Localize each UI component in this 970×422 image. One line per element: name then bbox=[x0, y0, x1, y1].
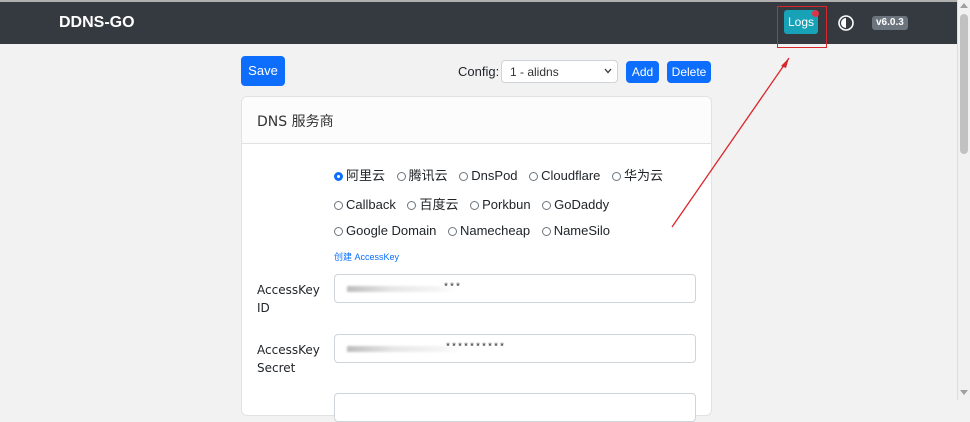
provider-radio-row-1: 阿里云 腾讯云 DnsPod Cloudflare 华为云 bbox=[334, 165, 671, 184]
provider-radio-cloudflare[interactable]: Cloudflare bbox=[529, 168, 600, 183]
radio-indicator-icon bbox=[542, 201, 552, 210]
access-key-id-input[interactable]: *** bbox=[334, 274, 696, 303]
provider-radio-tencent[interactable]: 腾讯云 bbox=[396, 165, 448, 184]
access-key-id-label: AccessKey ID bbox=[257, 283, 320, 315]
radio-indicator-icon bbox=[459, 172, 469, 181]
radio-indicator-icon bbox=[541, 227, 551, 236]
provider-radio-namecheap[interactable]: Namecheap bbox=[447, 223, 530, 238]
radio-indicator-icon bbox=[612, 172, 622, 181]
access-key-id-value: *** bbox=[443, 283, 462, 294]
radio-indicator-icon bbox=[396, 172, 406, 181]
config-select[interactable]: 1 - alidns bbox=[501, 60, 618, 83]
page-scrollbar[interactable] bbox=[957, 0, 970, 400]
theme-toggle-icon[interactable] bbox=[838, 15, 854, 31]
provider-radio-huawei[interactable]: 华为云 bbox=[612, 165, 663, 184]
access-key-secret-label: AccessKey Secret bbox=[257, 343, 320, 375]
version-badge: v6.0.3 bbox=[872, 16, 908, 30]
card-title: DNS 服务商 bbox=[257, 114, 334, 130]
radio-indicator-icon bbox=[334, 201, 343, 210]
add-config-button[interactable]: Add bbox=[626, 61, 659, 83]
provider-radio-row-3: Google Domain Namecheap NameSilo bbox=[334, 223, 618, 238]
access-key-secret-input[interactable]: ********** bbox=[334, 334, 696, 363]
save-button[interactable]: Save bbox=[241, 56, 285, 86]
radio-indicator-icon bbox=[334, 172, 343, 181]
card-header: DNS 服务商 bbox=[242, 97, 711, 144]
provider-radio-namesilo[interactable]: NameSilo bbox=[541, 223, 610, 238]
annotation-highlight-box bbox=[777, 6, 827, 48]
provider-radio-google-domain[interactable]: Google Domain bbox=[334, 223, 436, 238]
provider-radio-godaddy[interactable]: GoDaddy bbox=[542, 197, 609, 212]
scroll-down-arrow-icon[interactable] bbox=[960, 390, 968, 395]
brand-logo[interactable]: DDNS-GO bbox=[59, 14, 135, 32]
redacted-blur bbox=[347, 286, 457, 292]
provider-radio-callback[interactable]: Callback bbox=[334, 197, 396, 212]
provider-radio-aliyun[interactable]: 阿里云 bbox=[334, 165, 385, 184]
scroll-up-arrow-icon[interactable] bbox=[960, 3, 968, 8]
delete-config-button[interactable]: Delete bbox=[667, 61, 711, 83]
radio-indicator-icon bbox=[529, 172, 539, 181]
scroll-thumb[interactable] bbox=[960, 14, 968, 154]
chevron-down-icon bbox=[604, 68, 612, 74]
next-field-input[interactable] bbox=[334, 393, 696, 422]
radio-indicator-icon bbox=[447, 227, 457, 236]
provider-radio-porkbun[interactable]: Porkbun bbox=[470, 197, 531, 212]
provider-radio-row-2: Callback 百度云 Porkbun GoDaddy bbox=[334, 194, 617, 213]
create-accesskey-link[interactable]: 创建 AccessKey bbox=[334, 250, 399, 263]
provider-radio-baidu[interactable]: 百度云 bbox=[407, 194, 459, 213]
radio-indicator-icon bbox=[334, 227, 343, 236]
access-key-secret-value: ********** bbox=[445, 343, 506, 354]
provider-radio-dnspod[interactable]: DnsPod bbox=[459, 168, 518, 183]
config-select-value: 1 - alidns bbox=[510, 65, 559, 79]
config-label: Config: bbox=[458, 64, 500, 79]
radio-indicator-icon bbox=[470, 201, 480, 210]
dns-provider-card: DNS 服务商 阿里云 腾讯云 DnsPod Cloudflare 华为云 Ca… bbox=[241, 96, 712, 422]
radio-indicator-icon bbox=[407, 201, 417, 210]
